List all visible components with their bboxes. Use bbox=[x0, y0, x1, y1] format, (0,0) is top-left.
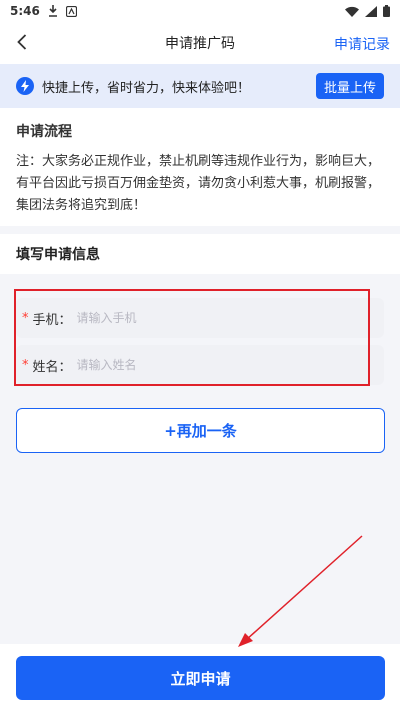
records-link[interactable]: 申请记录 bbox=[334, 34, 390, 54]
status-icons-right bbox=[345, 5, 390, 17]
phone-input[interactable] bbox=[76, 311, 347, 325]
apply-section-header: 填写申请信息 bbox=[0, 234, 400, 274]
required-mark: * bbox=[22, 357, 29, 373]
battery-icon bbox=[383, 5, 390, 17]
app-icon bbox=[65, 5, 77, 17]
apply-title: 填写申请信息 bbox=[16, 247, 100, 263]
status-bar: 5:46 bbox=[0, 0, 400, 22]
banner-text: 快捷上传，省时省力，快来体验吧！ bbox=[42, 80, 251, 96]
download-icon bbox=[48, 5, 57, 17]
batch-upload-button[interactable]: 批量上传 bbox=[315, 73, 384, 99]
nav-bar: 申请推广码 申请记录 bbox=[0, 22, 400, 64]
process-title: 申请流程 bbox=[16, 124, 72, 140]
process-note: 注：大家务必正规作业，禁止机刷等违规作业行为，影响巨大，有平台因此亏损百万佣金垫… bbox=[16, 154, 381, 213]
submit-button[interactable]: 立即申请 bbox=[16, 656, 385, 700]
page-title: 申请推广码 bbox=[165, 36, 235, 52]
status-icons-left bbox=[48, 5, 77, 17]
back-button[interactable] bbox=[10, 30, 34, 54]
bottom-bar: 立即申请 bbox=[0, 644, 400, 712]
status-time: 5:46 bbox=[10, 4, 40, 18]
back-icon bbox=[17, 34, 27, 50]
phone-label: 手机： bbox=[32, 312, 72, 328]
add-more-button[interactable]: +再加一条 bbox=[16, 408, 385, 453]
bolt-icon bbox=[16, 77, 34, 95]
upload-banner: 快捷上传，省时省力，快来体验吧！ 批量上传 bbox=[0, 64, 400, 108]
phone-row: * 手机： bbox=[16, 298, 384, 338]
required-mark: * bbox=[22, 310, 29, 326]
name-row: * 姓名： bbox=[16, 345, 384, 385]
process-section: 申请流程 注：大家务必正规作业，禁止机刷等违规作业行为，影响巨大，有平台因此亏损… bbox=[0, 108, 400, 226]
name-input[interactable] bbox=[76, 358, 347, 372]
signal-icon bbox=[365, 5, 377, 17]
wifi-icon bbox=[345, 6, 359, 17]
name-label: 姓名： bbox=[32, 359, 72, 375]
